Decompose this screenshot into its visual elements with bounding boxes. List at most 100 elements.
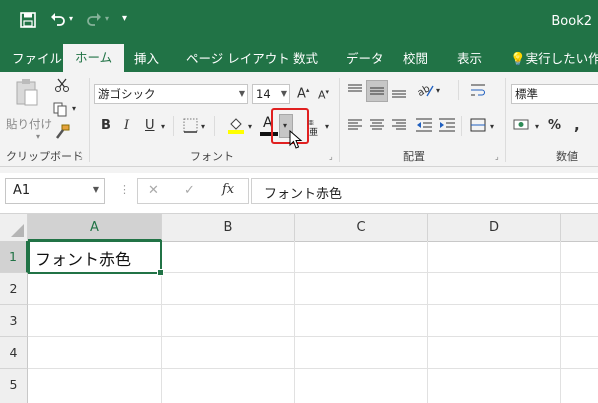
tab-review[interactable]: 校閲 [403, 48, 428, 67]
align-right-icon[interactable] [391, 119, 407, 134]
tab-formulas[interactable]: 数式 [293, 48, 318, 67]
cell[interactable] [295, 369, 428, 403]
cell[interactable] [162, 241, 295, 273]
copy-dropdown-icon[interactable]: ▾ [72, 104, 76, 113]
cell[interactable] [295, 305, 428, 337]
cell[interactable] [561, 369, 598, 403]
column-header-a[interactable]: A [28, 214, 162, 241]
tab-view[interactable]: 表示 [457, 48, 482, 67]
grow-font-icon[interactable]: A▴ [297, 86, 309, 101]
row-header-5[interactable]: 5 [0, 369, 28, 403]
tab-page-layout[interactable]: ページ レイアウト [186, 48, 290, 67]
cut-icon[interactable] [54, 77, 70, 96]
tab-insert[interactable]: 挿入 [134, 48, 159, 67]
border-dropdown-icon[interactable]: ▾ [201, 122, 205, 131]
tab-file[interactable]: ファイル [12, 48, 62, 67]
cancel-icon[interactable]: ✕ [148, 183, 159, 198]
number-format-combo[interactable]: 標準 [511, 84, 598, 104]
phonetic-dropdown-icon[interactable]: ▾ [325, 122, 329, 131]
merge-dropdown-icon[interactable]: ▾ [490, 122, 494, 131]
enter-icon[interactable]: ✓ [184, 183, 195, 198]
cell[interactable] [428, 337, 561, 369]
insert-function-icon[interactable]: fx [222, 182, 234, 197]
row-header-4[interactable]: 4 [0, 337, 28, 369]
name-box[interactable]: A1 ▼ [5, 178, 105, 204]
format-painter-icon[interactable] [54, 124, 70, 143]
border-icon[interactable] [183, 118, 198, 136]
copy-icon[interactable] [52, 101, 68, 120]
fill-color-icon[interactable] [227, 116, 245, 137]
fill-color-dropdown-icon[interactable]: ▾ [248, 122, 252, 131]
shrink-font-icon[interactable]: A▾ [318, 88, 329, 102]
cell[interactable] [561, 337, 598, 369]
font-size-dropdown-icon[interactable]: ▼ [281, 85, 287, 103]
cell[interactable] [561, 305, 598, 337]
row-header-3[interactable]: 3 [0, 305, 28, 337]
select-all-corner[interactable] [0, 214, 28, 241]
align-bottom-icon[interactable] [391, 84, 407, 101]
cell[interactable] [428, 273, 561, 305]
paste-icon[interactable] [14, 78, 40, 108]
accounting-format-icon[interactable] [513, 117, 531, 136]
row-header-1[interactable]: 1 [0, 241, 28, 273]
column-header-c[interactable]: C [295, 214, 428, 241]
column-header-b[interactable]: B [162, 214, 295, 241]
merge-center-icon[interactable] [470, 118, 486, 135]
row-header-2[interactable]: 2 [0, 273, 28, 305]
cell[interactable] [295, 337, 428, 369]
percent-button[interactable]: % [548, 118, 561, 133]
name-box-dropdown-icon[interactable]: ▼ [93, 185, 99, 194]
cell[interactable] [295, 241, 428, 273]
orientation-icon[interactable]: ab [416, 82, 435, 101]
cell[interactable] [28, 369, 162, 403]
accounting-dropdown-icon[interactable]: ▾ [535, 122, 539, 131]
font-name-combo[interactable]: 游ゴシック ▼ [94, 84, 248, 104]
increase-indent-icon[interactable] [438, 118, 456, 135]
cell[interactable] [162, 369, 295, 403]
align-middle-button[interactable] [366, 80, 388, 102]
tab-home[interactable]: ホーム [63, 44, 125, 72]
font-size-combo[interactable]: 14 ▼ [252, 84, 290, 104]
orientation-dropdown-icon[interactable]: ▾ [436, 86, 440, 95]
save-icon[interactable] [20, 12, 36, 28]
column-header-partial[interactable] [561, 214, 598, 241]
wrap-text-icon[interactable] [470, 82, 486, 101]
underline-button[interactable]: U [145, 118, 155, 133]
formula-input[interactable]: フォント赤色 [251, 178, 598, 204]
italic-button[interactable]: I [124, 118, 129, 133]
cell[interactable] [428, 241, 561, 273]
cell[interactable] [428, 369, 561, 403]
decrease-indent-icon[interactable] [415, 118, 433, 135]
align-top-icon[interactable] [347, 84, 363, 101]
tab-data[interactable]: データ [346, 48, 384, 67]
undo-dropdown-icon[interactable]: ▾ [69, 14, 73, 23]
cell-a1-selected[interactable]: フォント赤色 [28, 240, 164, 276]
paste-label[interactable]: 貼り付け [6, 116, 52, 132]
alignment-launcher-icon[interactable]: ⌟ [495, 152, 499, 161]
cell[interactable] [162, 273, 295, 305]
cell[interactable] [561, 241, 598, 273]
column-header-d[interactable]: D [428, 214, 561, 241]
tell-me-search[interactable]: 💡実行したい作業 [510, 48, 598, 67]
cell[interactable] [162, 337, 295, 369]
cell[interactable] [561, 273, 598, 305]
cell[interactable] [162, 305, 295, 337]
cell[interactable] [28, 273, 162, 305]
cell[interactable] [428, 305, 561, 337]
underline-dropdown-icon[interactable]: ▾ [161, 122, 165, 131]
align-left-icon[interactable] [347, 119, 363, 134]
font-launcher-icon[interactable]: ⌟ [329, 152, 333, 161]
undo-icon[interactable] [50, 11, 66, 31]
clipboard-launcher-icon[interactable]: ⌟ [79, 152, 83, 161]
cell[interactable] [28, 305, 162, 337]
paste-dropdown-icon[interactable]: ▾ [36, 132, 40, 141]
bold-button[interactable]: B [101, 118, 111, 133]
customize-qat-icon[interactable]: ▾ [122, 13, 127, 24]
fill-handle[interactable] [157, 269, 164, 276]
cell[interactable] [295, 273, 428, 305]
cell[interactable] [28, 337, 162, 369]
phonetic-guide-icon[interactable]: 亜亜 [307, 118, 321, 139]
align-center-icon[interactable] [369, 119, 385, 134]
font-name-dropdown-icon[interactable]: ▼ [239, 85, 245, 103]
comma-button[interactable]: , [574, 116, 580, 134]
